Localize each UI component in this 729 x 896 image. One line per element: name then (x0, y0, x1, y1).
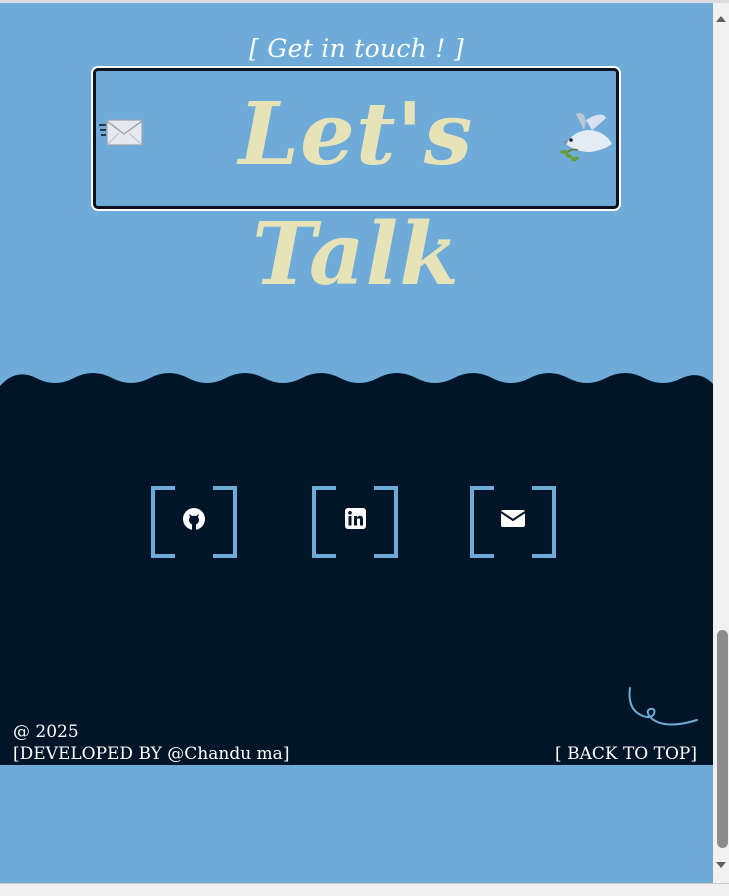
dove-icon (560, 113, 612, 162)
page-viewport: [ Get in touch ! ] Let's Talk @ 2025 [DE… (0, 0, 713, 885)
github-icon (183, 508, 205, 530)
scrollbar-thumb[interactable] (717, 630, 728, 848)
window-bottom-edge (0, 883, 729, 896)
bracket-left (470, 486, 494, 558)
envelope-icon (99, 119, 143, 146)
linkedin-icon (345, 508, 366, 529)
lets-talk-banner: Let's Talk (93, 68, 619, 305)
footer (0, 388, 713, 765)
email-link[interactable] (470, 486, 556, 558)
copyright-text: @ 2025 (13, 722, 79, 742)
bracket-right (213, 486, 237, 558)
scroll-up-arrow-icon[interactable] (713, 11, 729, 27)
bracket-left (312, 486, 336, 558)
bracket-right (374, 486, 398, 558)
window-top-edge (0, 0, 729, 3)
decorative-squiggle (628, 687, 698, 726)
back-to-top-link[interactable]: [ BACK TO TOP] (555, 744, 697, 764)
lets-talk-title: Let's Talk (238, 84, 474, 305)
developer-credit: [DEVELOPED BY @Chandu ma] (13, 744, 290, 764)
bracket-left (151, 486, 175, 558)
github-link[interactable] (151, 486, 237, 558)
scroll-down-arrow-icon[interactable] (713, 857, 729, 873)
vertical-scrollbar[interactable] (713, 3, 729, 883)
get-in-touch-subtitle: [ Get in touch ! ] (249, 34, 464, 63)
bracket-right (532, 486, 556, 558)
linkedin-link[interactable] (312, 486, 398, 558)
mail-icon (500, 510, 526, 527)
